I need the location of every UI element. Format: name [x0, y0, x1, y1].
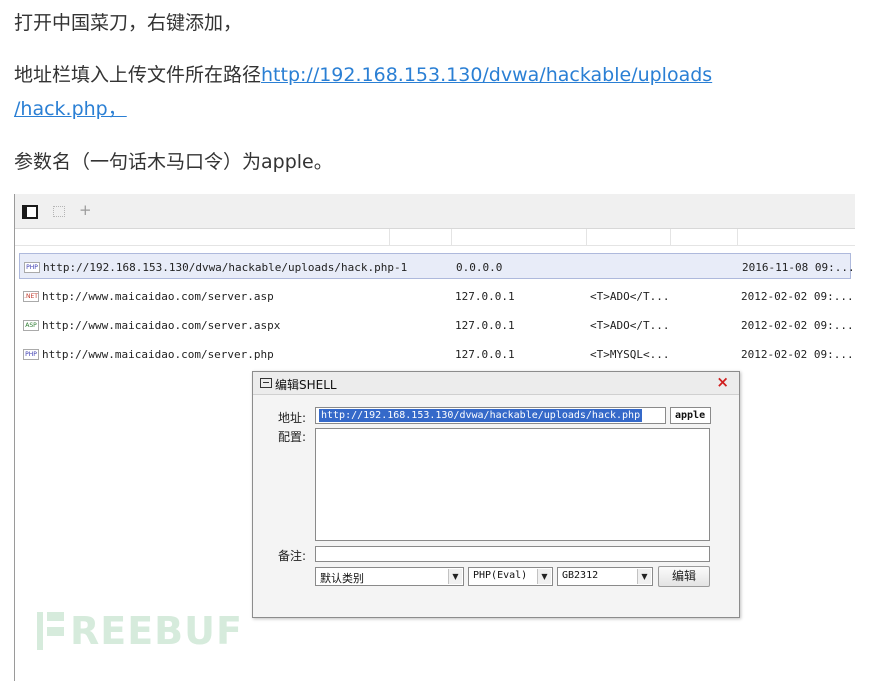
row-ip: 0.0.0.0	[456, 261, 503, 274]
tab-bar: +	[15, 194, 855, 229]
config-textarea[interactable]	[315, 428, 710, 541]
category-select[interactable]: 默认类别 ▼	[315, 567, 464, 586]
note-input[interactable]	[315, 546, 710, 562]
watermark-text: REEBUF	[70, 609, 243, 653]
chevron-down-icon[interactable]: ▼	[537, 569, 551, 584]
column-header	[15, 229, 855, 246]
row-type: <T>ADO</T...	[590, 290, 670, 303]
note-label: 备注:	[278, 549, 307, 563]
edit-shell-dialog: 编辑SHELL × 地址: http://192.168.153.130/dvw…	[252, 371, 740, 618]
row-type: <T>MYSQL<...	[590, 348, 670, 361]
asp-file-icon: ASP	[23, 320, 39, 331]
script-type-value: PHP(Eval)	[473, 570, 528, 581]
script-type-select[interactable]: PHP(Eval) ▼	[468, 567, 553, 586]
config-label: 配置:	[278, 430, 307, 444]
window-menu-icon[interactable]	[260, 378, 272, 388]
freebuf-watermark: REEBUF	[37, 609, 243, 653]
row-ip: 127.0.0.1	[455, 290, 515, 303]
table-row[interactable]: PHP http://192.168.153.130/dvwa/hackable…	[19, 253, 855, 279]
paragraph-text: 参数名（一句话木马口令）为apple。	[14, 151, 333, 173]
category-value: 默认类别	[320, 572, 364, 585]
inactive-tab-icon[interactable]	[53, 206, 65, 217]
add-tab-button[interactable]: +	[79, 201, 92, 219]
paragraph-address-cont: /hack.php，	[14, 94, 127, 121]
dialog-titlebar[interactable]: 编辑SHELL ×	[253, 372, 739, 395]
php-file-icon: PHP	[23, 349, 39, 360]
net-file-icon: .NET	[23, 291, 39, 302]
encoding-select[interactable]: GB2312 ▼	[557, 567, 653, 586]
paragraph-text: 打开中国菜刀，右键添加，	[14, 12, 243, 34]
dialog-title: 编辑SHELL	[275, 378, 337, 392]
php-file-icon: PHP	[24, 262, 40, 273]
table-row[interactable]: .NET http://www.maicaidao.com/server.asp…	[19, 283, 854, 309]
paragraph-address: 地址栏填入上传文件所在路径http://192.168.153.130/dvwa…	[14, 60, 712, 87]
row-url: http://www.maicaidao.com/server.php	[42, 348, 274, 361]
row-url: http://192.168.153.130/dvwa/hackable/upl…	[43, 261, 394, 274]
encoding-value: GB2312	[562, 570, 599, 581]
row-url: http://www.maicaidao.com/server.aspx	[42, 319, 281, 332]
table-row[interactable]: PHP http://www.maicaidao.com/server.php …	[19, 341, 854, 367]
paragraph-open-caidao: 打开中国菜刀，右键添加，	[14, 8, 242, 35]
address-value: http://192.168.153.130/dvwa/hackable/upl…	[319, 409, 643, 422]
freebuf-logo-icon	[37, 612, 64, 650]
column-divider[interactable]	[670, 229, 671, 245]
column-divider[interactable]	[737, 229, 738, 245]
row-time: 2012-02-02 09:...	[741, 348, 854, 361]
table-row[interactable]: ASP http://www.maicaidao.com/server.aspx…	[19, 312, 854, 338]
address-input[interactable]: http://192.168.153.130/dvwa/hackable/upl…	[315, 407, 666, 424]
paragraph-prefix: 地址栏填入上传文件所在路径	[14, 64, 262, 86]
row-ip-code: -1	[394, 261, 408, 274]
chevron-down-icon[interactable]: ▼	[637, 569, 651, 584]
active-tab-icon[interactable]	[22, 205, 38, 219]
row-time: 2016-11-08 09:...	[742, 261, 855, 274]
chevron-down-icon[interactable]: ▼	[448, 569, 462, 584]
address-label: 地址:	[278, 411, 307, 425]
column-divider[interactable]	[389, 229, 390, 245]
save-button[interactable]: 编辑	[658, 566, 710, 587]
upload-path-link-cont[interactable]: /hack.php，	[14, 98, 127, 120]
row-time: 2012-02-02 09:...	[741, 290, 854, 303]
row-type: <T>ADO</T...	[590, 319, 670, 332]
row-ip: 127.0.0.1	[455, 348, 515, 361]
upload-path-link[interactable]: http://192.168.153.130/dvwa/hackable/upl…	[261, 64, 712, 86]
column-divider[interactable]	[586, 229, 587, 245]
password-value: apple	[675, 410, 706, 421]
password-input[interactable]: apple	[670, 407, 711, 424]
row-ip: 127.0.0.1	[455, 319, 515, 332]
close-icon[interactable]: ×	[716, 373, 729, 391]
row-url: http://www.maicaidao.com/server.asp	[42, 290, 274, 303]
caidao-screenshot: + PHP http://192.168.153.130/dvwa/hackab…	[14, 194, 855, 681]
row-time: 2012-02-02 09:...	[741, 319, 854, 332]
paragraph-password: 参数名（一句话木马口令）为apple。	[14, 147, 333, 174]
column-divider[interactable]	[451, 229, 452, 245]
